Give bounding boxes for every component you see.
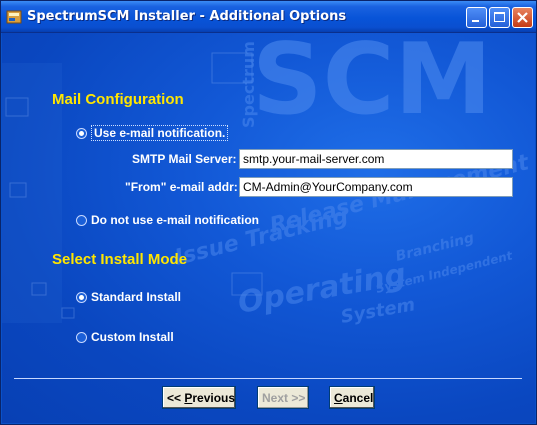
cancel-button[interactable]: Cancel: [329, 386, 375, 409]
mail-config-title: Mail Configuration: [52, 91, 184, 108]
install-mode-title: Select Install Mode: [52, 251, 188, 268]
use-email-label: Use e-mail notification.: [91, 125, 229, 141]
close-icon: [517, 12, 528, 23]
from-address-input[interactable]: [239, 177, 513, 197]
minimize-button[interactable]: [466, 7, 487, 28]
previous-prefix: <<: [167, 390, 185, 405]
no-email-radio-button[interactable]: [76, 214, 87, 226]
app-icon: [6, 10, 22, 24]
standard-install-radio-button[interactable]: [76, 291, 87, 303]
cancel-mnemonic: C: [334, 390, 343, 405]
use-email-radio-button[interactable]: [76, 127, 87, 139]
custom-install-label: Custom Install: [91, 330, 174, 344]
close-button[interactable]: [512, 7, 533, 28]
installer-window: SpectrumSCM Installer - Additional Optio…: [0, 0, 537, 425]
background-vertical-word: Spectrum: [239, 41, 258, 128]
maximize-button[interactable]: [489, 7, 510, 28]
title-bar[interactable]: SpectrumSCM Installer - Additional Optio…: [1, 1, 536, 33]
cancel-rest: ancel: [342, 390, 374, 405]
previous-rest: revious: [192, 390, 236, 405]
use-email-radio[interactable]: Use e-mail notification.: [76, 125, 229, 141]
content-area: SCM Spectrum Release Management Issue Tr…: [2, 33, 535, 423]
no-email-radio[interactable]: Do not use e-mail notification: [76, 213, 259, 227]
separator: [14, 378, 522, 379]
minimize-icon: [472, 20, 479, 22]
next-button[interactable]: Next >>: [257, 386, 309, 409]
maximize-icon: [494, 12, 505, 22]
custom-install-radio[interactable]: Custom Install: [76, 330, 174, 344]
standard-install-label: Standard Install: [91, 290, 182, 304]
custom-install-radio-button[interactable]: [76, 331, 87, 343]
background-logo: SCM: [252, 33, 492, 137]
smtp-server-input[interactable]: [239, 149, 513, 169]
no-email-label: Do not use e-mail notification: [91, 213, 260, 227]
smtp-server-label: SMTP Mail Server:: [132, 152, 237, 166]
from-address-label: "From" e-mail addr:: [125, 180, 238, 194]
previous-button[interactable]: << Previous: [162, 386, 236, 409]
window-title: SpectrumSCM Installer - Additional Optio…: [27, 9, 347, 24]
standard-install-radio[interactable]: Standard Install: [76, 290, 181, 304]
